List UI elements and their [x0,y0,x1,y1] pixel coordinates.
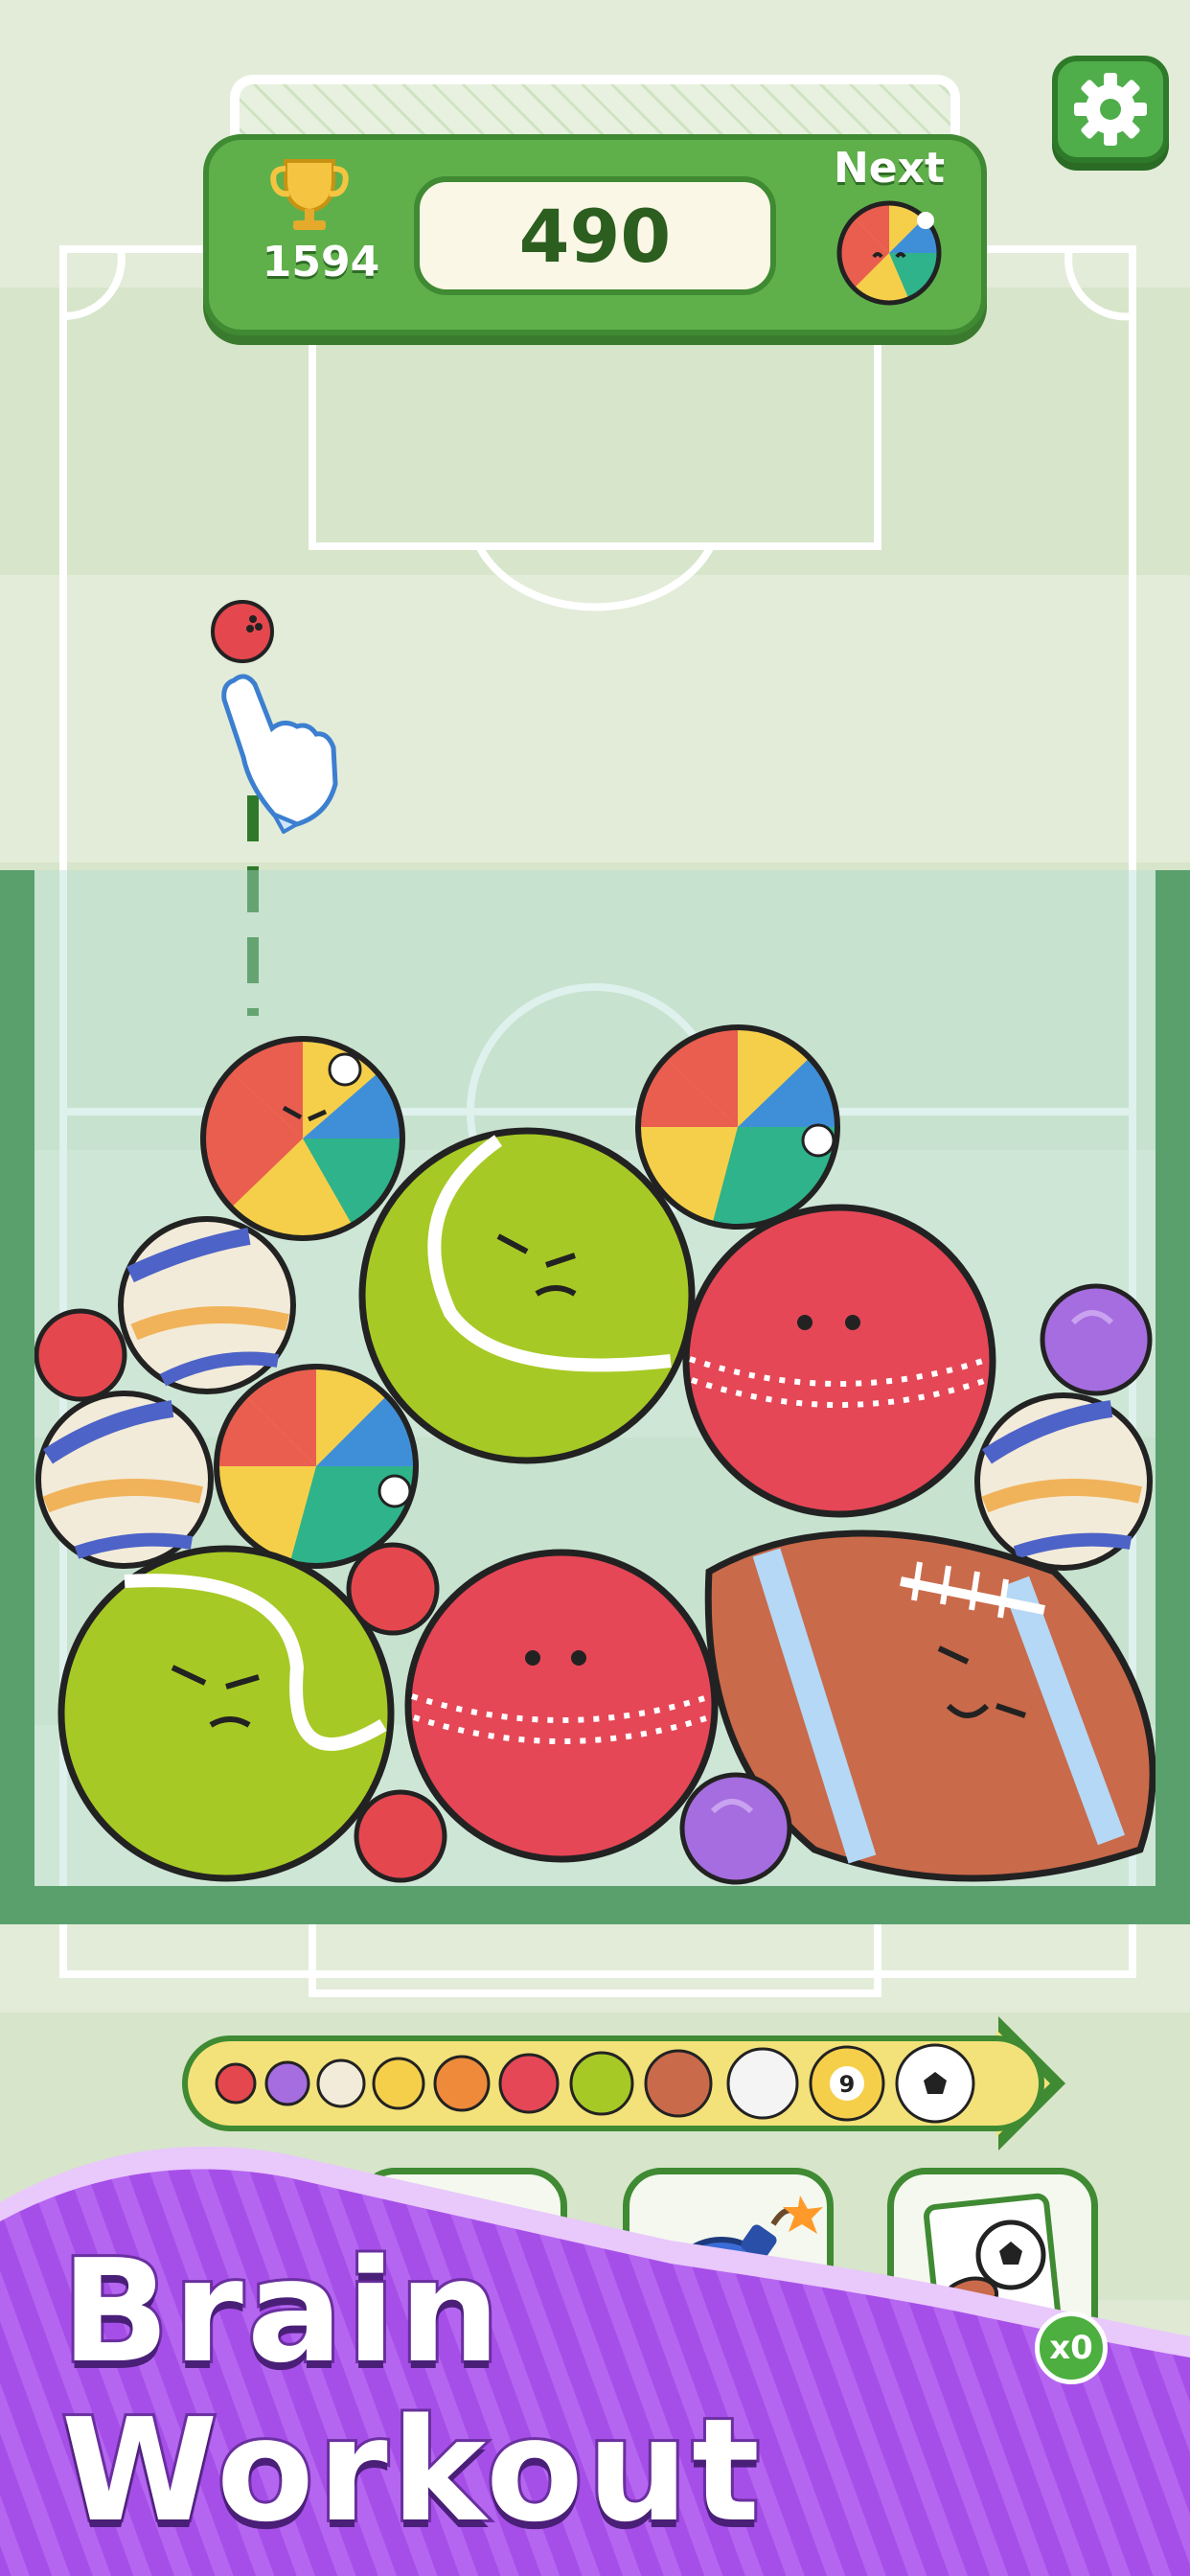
game-screen: 1594 490 Next 9 x0 Brain Workout [0,0,1190,2576]
gear-icon [1074,73,1147,146]
ball-container [0,870,1190,1924]
container-wall-left [0,870,34,1924]
next-label: Next [833,144,946,193]
held-ball[interactable] [209,598,276,665]
container-floor [0,1886,1190,1924]
banner-title-line2: Workout [58,2388,764,2553]
trophy-icon [270,159,349,230]
current-score: 490 [414,176,776,295]
best-score: 1594 [262,238,380,287]
swap-count-label: x0 [1049,2329,1093,2367]
pointer-hand-icon [221,674,338,834]
next-ball-preview [836,200,942,306]
container-wall-right [1156,870,1190,1924]
banner-title-line1: Brain [58,2229,504,2394]
current-score-value: 490 [518,193,672,279]
settings-button[interactable] [1052,56,1169,163]
swap-count-badge: x0 [1035,2312,1108,2384]
